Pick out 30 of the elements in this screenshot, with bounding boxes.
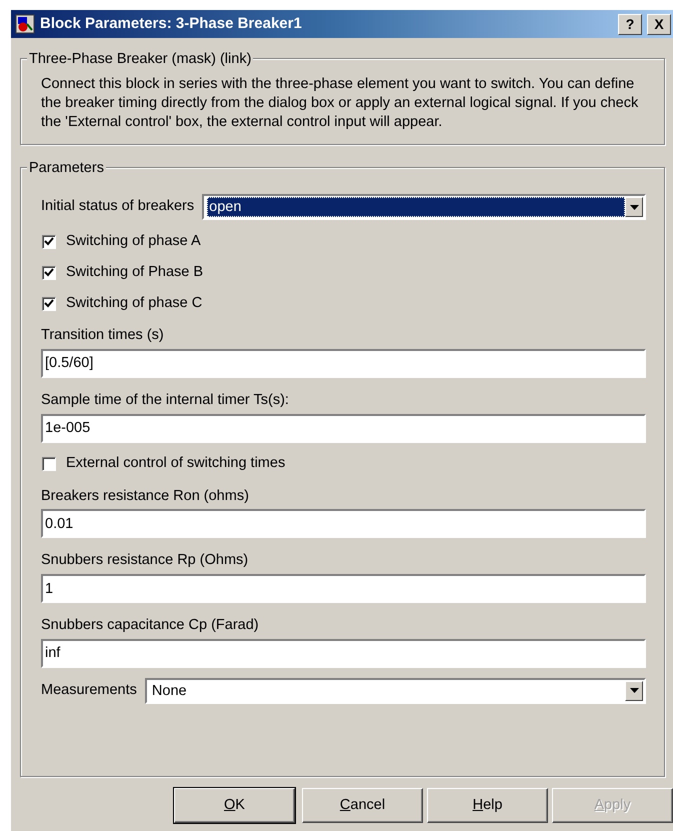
dialog-button[interactable]: OK: [174, 788, 295, 823]
checkbox[interactable]: [42, 457, 56, 471]
app-icon: [15, 14, 35, 34]
input-field[interactable]: inf: [41, 638, 646, 668]
checkbox[interactable]: [42, 296, 56, 310]
field-label: Snubbers capacitance Cp (Farad): [41, 616, 260, 635]
close-button[interactable]: X: [647, 14, 671, 34]
checkbox-label: External control of switching times: [66, 454, 286, 474]
checkbox-label: Switching of Phase B: [66, 262, 204, 282]
window-title: Block Parameters: 3-Phase Breaker1: [40, 14, 303, 34]
dropdown[interactable]: open: [202, 194, 646, 220]
field-label: Transition times (s): [41, 326, 165, 345]
dialog-button[interactable]: Cancel: [302, 788, 423, 823]
field-label: Sample time of the internal timer Ts(s):: [41, 390, 290, 410]
field-label: Initial status of breakers: [41, 197, 196, 216]
checkbox-label: Switching of phase C: [66, 294, 202, 313]
field-label: Snubbers resistance Rp (Ohms): [41, 551, 250, 570]
checkbox-label: Switching of phase A: [66, 232, 201, 251]
input-field[interactable]: 0.01: [41, 509, 646, 538]
checkbox[interactable]: [42, 266, 56, 280]
input-field[interactable]: [0.5/60]: [41, 348, 646, 378]
field-label: Measurements: [41, 680, 138, 700]
input-field[interactable]: 1e-005: [41, 414, 646, 442]
field-label: Breakers resistance Ron (ohms): [41, 486, 250, 506]
input-field[interactable]: 1: [41, 574, 646, 603]
description-text: Connect this block in series with the three-phase element you want to switch. You can define the breaker timing directly from the dialog box or apply an external logical signal. If you check the 'External control' box, the external control input will appear.: [41, 75, 640, 132]
checkbox[interactable]: [42, 234, 56, 248]
help-button[interactable]: ?: [618, 14, 642, 34]
dropdown[interactable]: None: [144, 678, 646, 704]
dialog-button[interactable]: Help: [427, 788, 548, 823]
